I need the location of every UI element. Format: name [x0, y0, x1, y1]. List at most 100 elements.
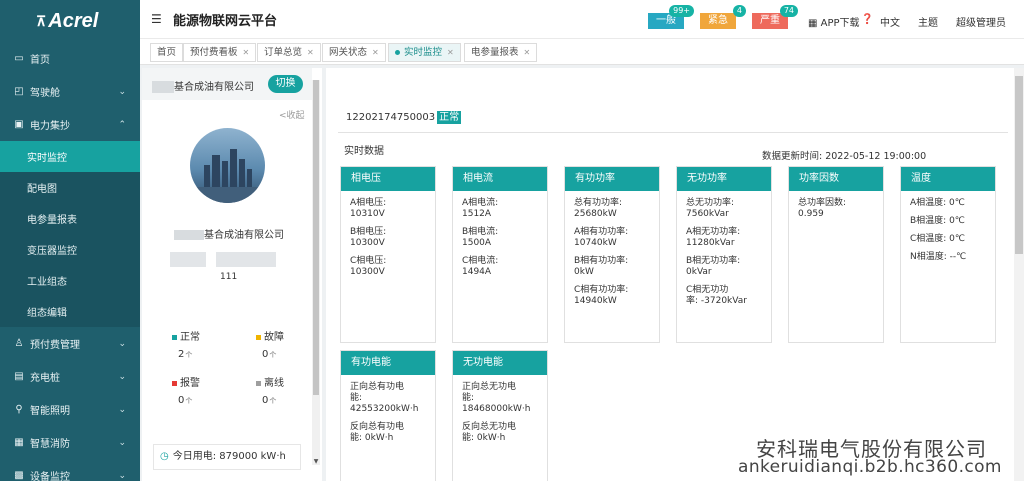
card-title: 无功电能 — [453, 351, 547, 375]
tab-label: 订单总览 — [264, 47, 303, 58]
divider — [338, 132, 1008, 133]
company-panel: 基合成油有限公司 切换 <收起 基合成油有限公司 111 正常 2个 故障 0个… — [142, 68, 322, 481]
acrel-logo: ⊼ Acrel — [0, 0, 140, 42]
close-icon[interactable]: ✕ — [447, 48, 454, 57]
sidebar-item-device[interactable]: ▩ 设备监控 ⌄ — [0, 459, 140, 481]
sidebar-item-label: 智慧消防 — [30, 439, 70, 450]
close-icon[interactable]: ✕ — [524, 48, 531, 57]
sidebar-subitem-config-edit[interactable]: 组态编辑 — [0, 296, 140, 327]
sidebar-subitem-realtime-monitor[interactable]: 实时监控 — [0, 141, 140, 172]
close-icon[interactable]: ✕ — [372, 48, 379, 57]
help-icon[interactable]: ❓ — [861, 14, 873, 25]
top-header: ☰ 能源物联网云平台 一般 99+ 紧急 4 严重 74 ▦ APP下载 ❓ 中… — [140, 0, 1024, 38]
device-id-line: 12202174750003 正常 — [346, 108, 462, 124]
today-consumption: ◷ 今日用电: 879000 kW·h — [153, 444, 301, 470]
sidebar-subitem-transformer-monitor[interactable]: 变压器监控 — [0, 234, 140, 265]
tab-home[interactable]: 首页 — [150, 43, 184, 62]
alarm-count-badge: 74 — [779, 5, 798, 17]
collapse-button[interactable]: <收起 — [279, 108, 305, 121]
redacted-text — [152, 81, 174, 93]
card-body: A相温度: 0℃ B相温度: 0℃ C相温度: 0℃ N相温度: --℃ — [901, 191, 995, 263]
tab-parameter-report[interactable]: 电参量报表 ✕ — [464, 43, 538, 62]
chevron-down-icon: ⌄ — [118, 338, 126, 349]
tab-order-overview[interactable]: 订单总览 ✕ — [257, 43, 321, 62]
card-title: 有功电能 — [341, 351, 435, 375]
building-shape — [247, 169, 252, 189]
stat-value: 2个 — [178, 349, 200, 360]
card-value-row: 反向总有功电 能: 0kW·h — [350, 422, 405, 443]
stat-number: 2 — [178, 349, 185, 360]
update-time: 数据更新时间: 2022-05-12 19:00:00 — [762, 151, 927, 162]
sidebar-item-label: 驾驶舱 — [30, 88, 60, 99]
clock-icon: ◷ — [160, 451, 169, 462]
card-value-row: A相电压: 10310V — [350, 198, 387, 219]
alarm-label: 紧急 — [708, 15, 728, 26]
menu-toggle-icon[interactable]: ☰ — [151, 12, 163, 26]
sidebar-item-label: 智能照明 — [30, 406, 70, 417]
tab-label: 实时监控 — [404, 47, 443, 58]
stat-label: 报警 — [180, 378, 200, 389]
scrollbar-thumb[interactable] — [313, 80, 319, 395]
sidebar-subitem-distribution-diagram[interactable]: 配电图 — [0, 172, 140, 203]
app-title: 能源物联网云平台 — [173, 13, 278, 29]
sidebar-item-power-collection[interactable]: ▣ 电力集抄 ⌃ — [0, 108, 140, 141]
card-value-row: C相电压: 10300V — [350, 256, 387, 277]
tab-bar: 首页 预付费看板 ✕ 订单总览 ✕ 网关状态 ✕ 实时监控 ✕ 电参量报表 ✕ — [140, 38, 1024, 65]
scroll-down-icon[interactable]: ▼ — [312, 458, 320, 465]
alarm-severe-button[interactable]: 严重 74 — [752, 5, 798, 29]
sidebar-item-lighting[interactable]: ⚲ 智能照明 ⌄ — [0, 393, 140, 426]
sidebar-item-prepaid[interactable]: ♙ 预付费管理 ⌄ — [0, 327, 140, 360]
sidebar-item-cockpit[interactable]: ◰ 驾驶舱 ⌄ — [0, 75, 140, 108]
close-icon[interactable]: ✕ — [307, 48, 314, 57]
logo-mark-icon: ⊼ — [36, 12, 47, 29]
data-card: 相电压 A相电压: 10310V B相电压: 10300V C相电压: 10300V — [340, 166, 436, 343]
fault-status-icon — [256, 334, 261, 340]
chevron-down-icon: ⌄ — [118, 86, 126, 97]
stat-unit: 个 — [185, 351, 193, 359]
stat-normal: 正常 2个 — [172, 328, 200, 360]
data-card: 有功电能正向总有功电 能: 42553200kW·h 反向总有功电 能: 0kW·… — [340, 350, 436, 481]
close-icon[interactable]: ✕ — [243, 48, 250, 57]
data-card: 有功功率 总有功功率: 25680kW A相有功功率: 10740kW B相有功功率:… — [564, 166, 660, 343]
stat-label: 故障 — [264, 332, 284, 343]
card-value-row: A相温度: 0℃ — [910, 198, 965, 208]
sidebar-item-charger[interactable]: ▤ 充电桩 ⌄ — [0, 360, 140, 393]
left-panel-scrollbar[interactable]: ▼ — [312, 80, 320, 465]
scrollbar-thumb[interactable] — [1015, 76, 1023, 254]
sidebar: ⊼ Acrel ▭ 首页 ◰ 驾驶舱 ⌄ ▣ 电力集抄 ⌃ 实时监控 配电图 电… — [0, 0, 140, 481]
tab-realtime-monitor[interactable]: 实时监控 ✕ — [388, 43, 461, 62]
card-body: 正向总无功电 能: 18468000kW·h 反向总无功电 能: 0kW·h — [453, 375, 547, 444]
card-value-row: C相无功功 率: -3720kVar — [686, 285, 747, 306]
section-title: 实时数据 — [344, 146, 384, 157]
language-selector[interactable]: 中文 — [880, 14, 900, 29]
tab-prepaid-board[interactable]: 预付费看板 ✕ — [183, 43, 257, 62]
main-scrollbar[interactable] — [1014, 68, 1024, 481]
switch-company-button[interactable]: 切换 — [268, 75, 303, 93]
device-icon: ▩ — [14, 470, 24, 481]
card-value-row: C相温度: 0℃ — [910, 234, 966, 244]
offline-status-icon — [256, 380, 261, 386]
card-body: A相电流: 1512A B相电流: 1500A C相电流: 1494A — [453, 191, 547, 278]
sidebar-item-label: 设备监控 — [30, 472, 70, 481]
sidebar-subitem-parameter-report[interactable]: 电参量报表 — [0, 203, 140, 234]
today-consumption-text: 今日用电: 879000 kW·h — [172, 451, 286, 462]
redacted-text — [174, 230, 204, 240]
building-shape — [239, 159, 245, 189]
tab-label: 预付费看板 — [190, 47, 238, 58]
alarm-urgent-button[interactable]: 紧急 4 — [700, 5, 746, 29]
sidebar-item-home[interactable]: ▭ 首页 — [0, 42, 140, 75]
card-value-row: 正向总有功电 能: 42553200kW·h — [350, 382, 419, 414]
alarm-count-badge: 4 — [732, 5, 746, 17]
sidebar-item-label: 预付费管理 — [30, 340, 80, 351]
sidebar-subitem-industrial-config[interactable]: 工业组态 — [0, 265, 140, 296]
alarm-label: 严重 — [760, 15, 780, 26]
user-menu[interactable]: 超级管理员 — [956, 14, 1006, 29]
tab-gateway-status[interactable]: 网关状态 ✕ — [322, 43, 386, 62]
theme-button[interactable]: 主题 — [918, 14, 938, 29]
tab-label: 电参量报表 — [471, 47, 519, 58]
app-download-link[interactable]: ▦ APP下载 — [808, 14, 860, 29]
stat-number: 0 — [262, 395, 269, 406]
sidebar-item-fire[interactable]: ▦ 智慧消防 ⌄ — [0, 426, 140, 459]
alarm-general-button[interactable]: 一般 99+ — [648, 5, 694, 29]
redacted-text — [170, 252, 206, 267]
